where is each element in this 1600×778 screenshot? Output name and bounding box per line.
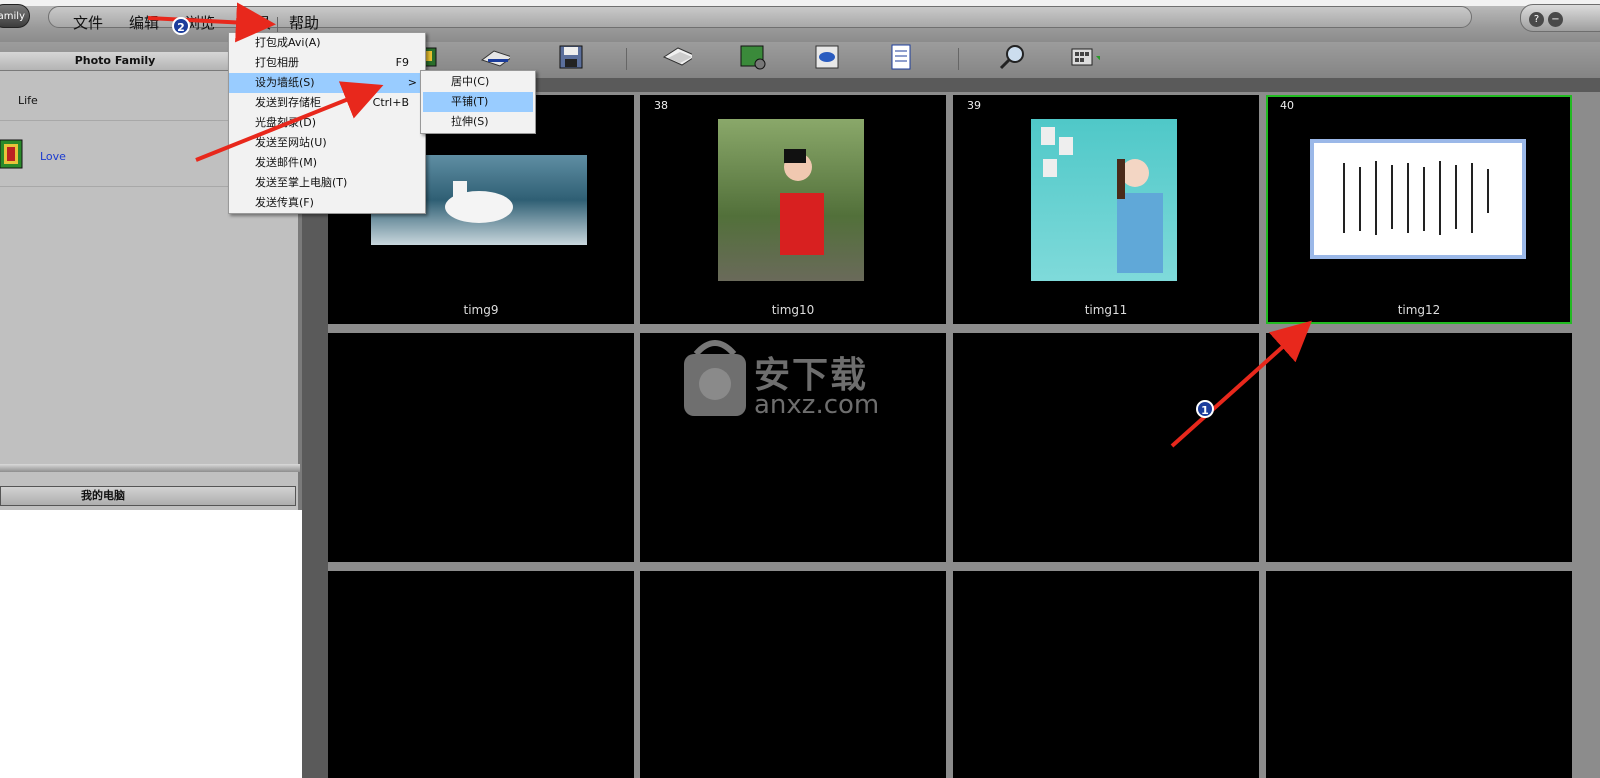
- annotation-badge: 2: [172, 17, 190, 35]
- annotation-arrows: [147, 2, 1312, 448]
- arrow-to-thumbnail: [1170, 320, 1312, 448]
- arrow-to-tools-menu: [147, 2, 276, 43]
- annotation-badge: 1: [1196, 400, 1214, 418]
- arrow-to-wallpaper: [195, 81, 384, 162]
